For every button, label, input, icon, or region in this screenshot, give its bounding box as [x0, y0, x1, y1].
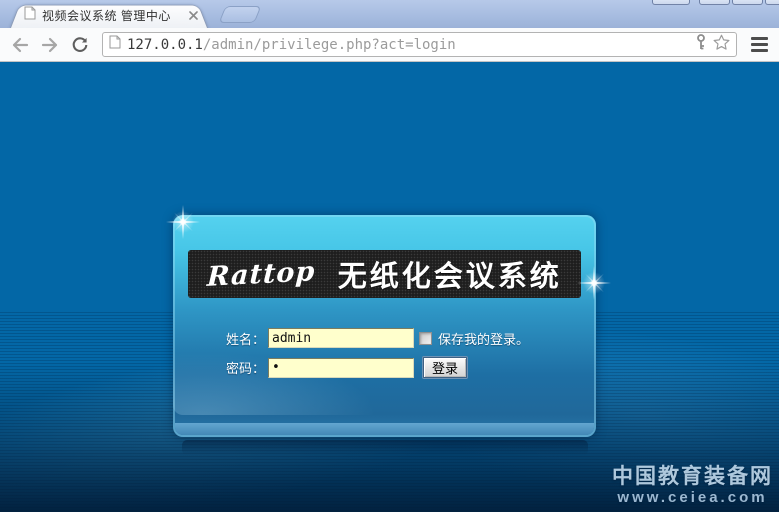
panel-shine [173, 295, 469, 415]
browser-tab[interactable]: 视频会议系统 管理中心 [10, 2, 208, 28]
tab-title: 视频会议系统 管理中心 [42, 7, 181, 24]
new-tab-button[interactable] [219, 6, 262, 23]
password-input[interactable] [268, 358, 414, 378]
remember-checkbox[interactable] [419, 332, 432, 345]
password-label: 密码： [226, 358, 268, 377]
window-maximize-button[interactable] [732, 0, 763, 5]
password-row: 密码： 登录 [226, 357, 467, 378]
brand-logo: Rattop [207, 256, 317, 293]
browser-window: 视频会议系统 管理中心 127.0.0.1/admin/privilege.ph… [0, 0, 779, 512]
password-key-icon[interactable] [695, 34, 707, 55]
bookmark-star-icon[interactable] [713, 34, 730, 55]
username-input[interactable] [268, 328, 414, 348]
address-bar[interactable]: 127.0.0.1/admin/privilege.php?act=login [102, 32, 737, 57]
menu-icon[interactable] [747, 33, 771, 57]
window-close-button[interactable] [765, 0, 779, 5]
url-host: 127.0.0.1 [127, 37, 203, 53]
login-panel: Rattop 无纸化会议系统 姓名： 保存我的登录。 密码： 登录 [173, 215, 596, 437]
username-row: 姓名： 保存我的登录。 [226, 328, 529, 348]
remember-label: 保存我的登录。 [438, 329, 529, 348]
url-text[interactable]: 127.0.0.1/admin/privilege.php?act=login [127, 37, 689, 53]
panel-reflection [182, 440, 588, 455]
page-favicon-icon [24, 6, 36, 25]
back-icon[interactable] [8, 33, 32, 57]
page-icon [109, 35, 121, 54]
forward-icon[interactable] [38, 33, 62, 57]
window-minimize-button[interactable] [699, 0, 730, 5]
sparkle-decoration [166, 205, 200, 239]
username-label: 姓名： [226, 329, 268, 348]
browser-toolbar: 127.0.0.1/admin/privilege.php?act=login [0, 28, 779, 62]
login-header: Rattop 无纸化会议系统 [188, 250, 581, 298]
tab-close-icon[interactable] [187, 9, 200, 22]
system-title: 无纸化会议系统 [338, 253, 562, 295]
login-button[interactable]: 登录 [423, 357, 467, 378]
url-path: /admin/privilege.php?act=login [203, 37, 456, 53]
tab-strip: 视频会议系统 管理中心 [0, 0, 779, 28]
window-control-button[interactable] [652, 0, 690, 5]
reload-icon[interactable] [68, 33, 92, 57]
page-content: Rattop 无纸化会议系统 姓名： 保存我的登录。 密码： 登录 中国教育装备… [0, 62, 779, 512]
